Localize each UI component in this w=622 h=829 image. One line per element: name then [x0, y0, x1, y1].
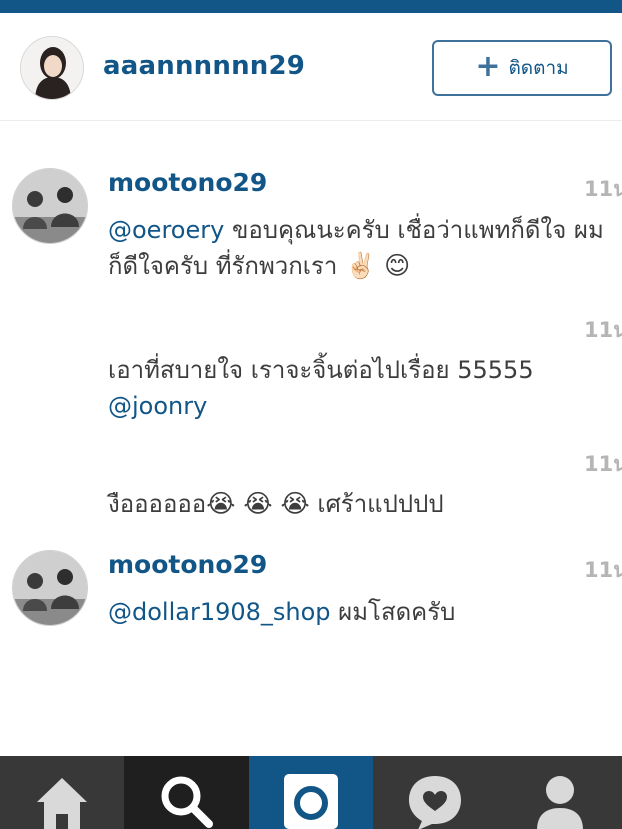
comment-mention[interactable]: @joonry: [108, 392, 207, 420]
search-icon: [161, 776, 213, 828]
commenter-avatar[interactable]: [12, 168, 88, 244]
commenter-username[interactable]: mootono29: [108, 168, 267, 197]
tab-camera[interactable]: [248, 756, 374, 829]
comment-emoji: ✌🏻 😊: [345, 251, 411, 280]
bottom-tab-bar: [0, 756, 622, 829]
tab-home[interactable]: [0, 756, 124, 829]
owner-username[interactable]: aaannnnnn29: [103, 51, 305, 81]
comment-text: @dollar1908_shop ผมโสดครับ: [108, 594, 618, 630]
profile-icon: [536, 776, 583, 829]
comment-item: mootono29 11น @oeroery ขอบคุณนะครับ เชื่…: [0, 168, 622, 288]
follow-label: ติดตาม: [508, 57, 569, 79]
comment-time: 11น: [584, 452, 622, 476]
follow-button[interactable]: + ติดตาม: [432, 40, 612, 96]
comment-body: เอาที่สบายใจ เราจะจิ้นต่อไปเรื่อย 55555: [108, 356, 534, 384]
comment-body: ผมโสดครับ: [330, 598, 456, 626]
comment-item: 11น เอาที่สบายใจ เราจะจิ้นต่อไปเรื่อย 55…: [0, 312, 622, 422]
comment-item: 11น งืออออออ😭 😭 😭 เศร้าแปปปป: [0, 446, 622, 526]
tab-activity[interactable]: [373, 756, 497, 829]
comment-text: @oeroery ขอบคุณนะครับ เชื่อว่าแพทก็ดีใจ …: [108, 212, 618, 284]
comment-time: 11น: [584, 177, 622, 201]
comment-item: mootono29 11น @dollar1908_shop ผมโสดครับ: [0, 550, 622, 650]
commenter-avatar[interactable]: [12, 550, 88, 626]
status-bar-strip: [0, 0, 622, 13]
comment-time: 11น: [584, 558, 622, 582]
tab-search[interactable]: [124, 756, 249, 829]
comment-text: งืออออออ😭 😭 😭 เศร้าแปปปป: [108, 486, 618, 522]
comment-emoji: 😭 😭 😭: [206, 489, 310, 518]
activity-icon: [409, 776, 462, 829]
comment-time: 11น: [584, 318, 622, 342]
comment-body-after: เศร้าแปปปป: [309, 490, 444, 518]
home-icon: [37, 778, 88, 829]
post-header: aaannnnnn29 + ติดตาม: [0, 13, 622, 121]
camera-icon: [283, 774, 338, 829]
comment-mention[interactable]: @dollar1908_shop: [108, 598, 331, 626]
commenter-username[interactable]: mootono29: [108, 550, 267, 579]
comment-mention[interactable]: @oeroery: [108, 216, 224, 244]
tab-profile[interactable]: [498, 756, 622, 829]
owner-avatar[interactable]: [20, 36, 84, 100]
plus-icon: +: [475, 48, 501, 84]
comment-body: งืออออออ: [108, 490, 207, 518]
comment-text: เอาที่สบายใจ เราจะจิ้นต่อไปเรื่อย 55555 …: [108, 352, 618, 424]
